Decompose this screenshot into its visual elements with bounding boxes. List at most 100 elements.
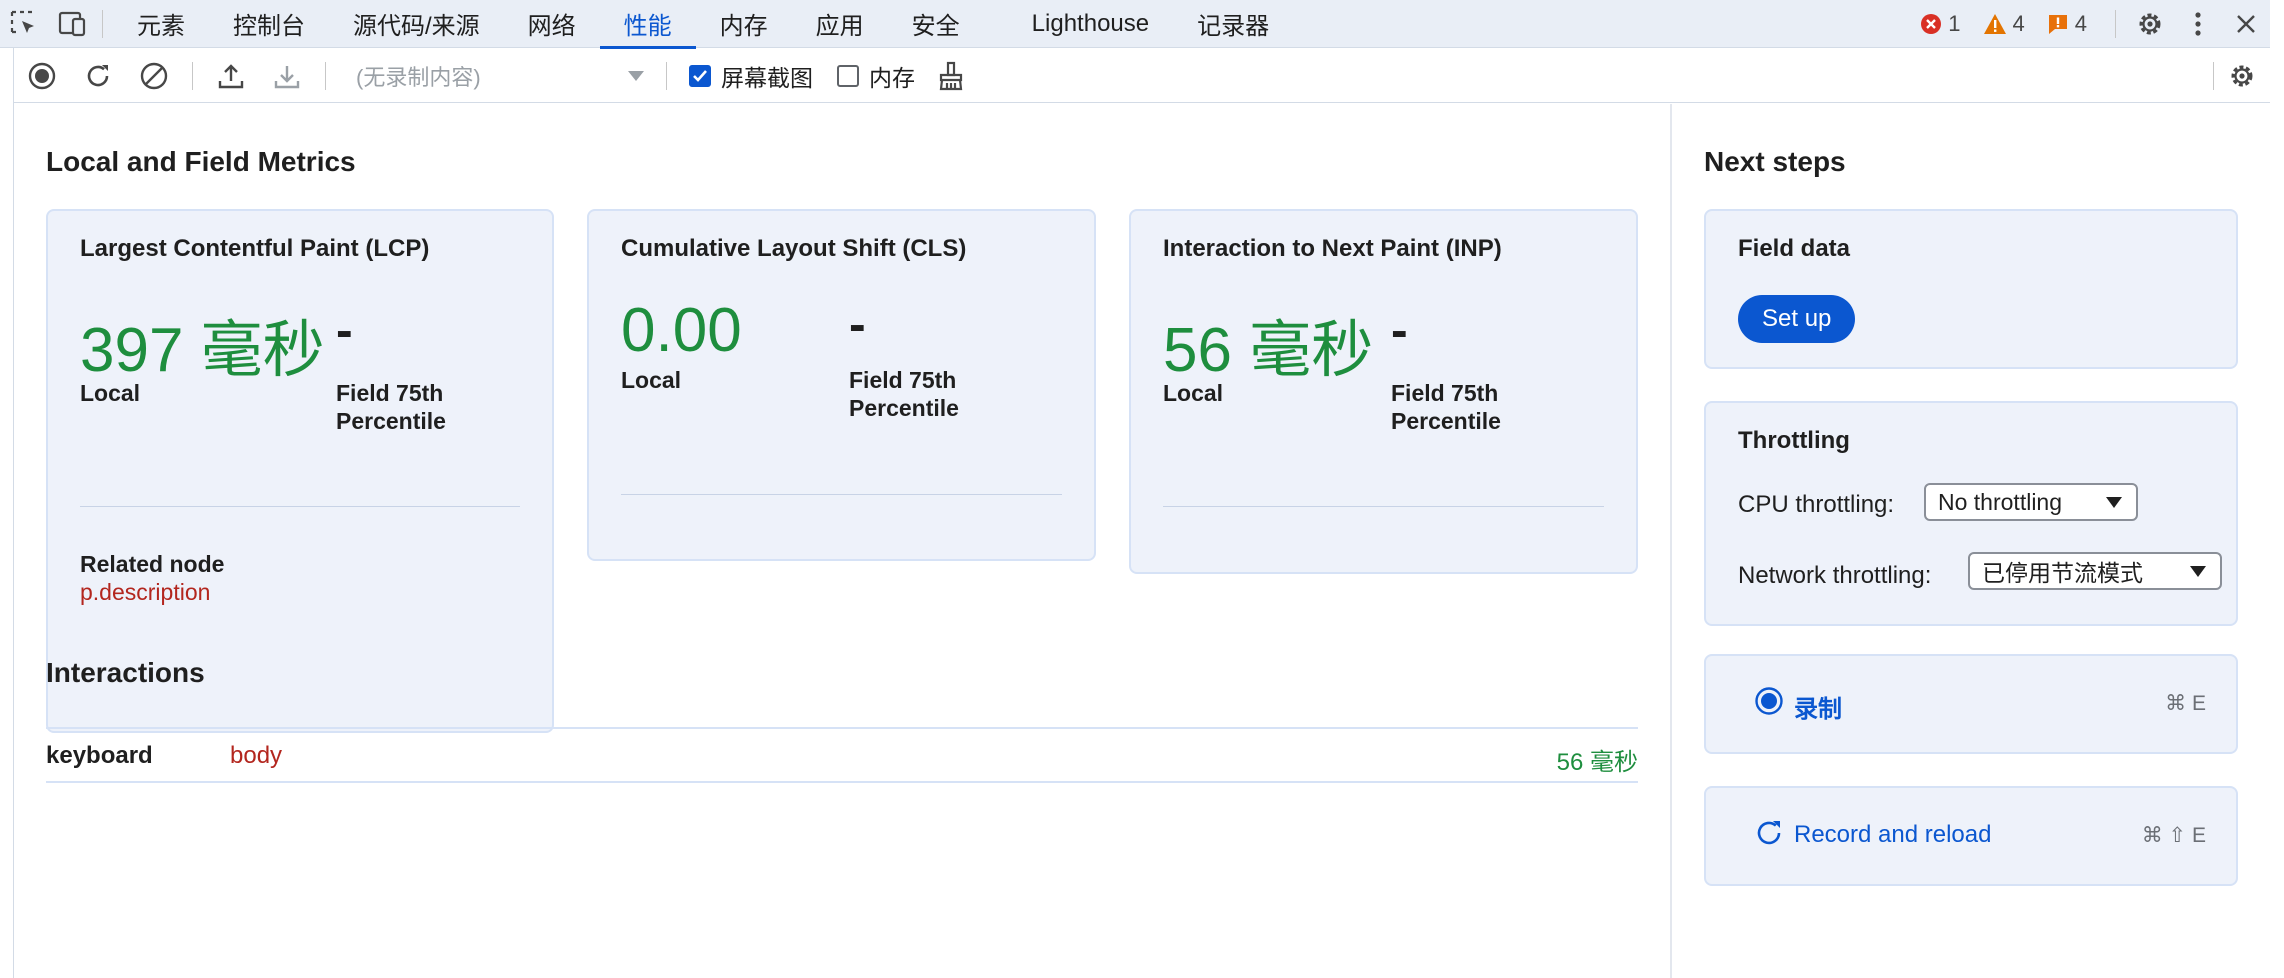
- inp-title: Interaction to Next Paint (INP): [1163, 235, 1502, 262]
- record-shortcut: ⌘ E: [2165, 692, 2206, 715]
- checkbox-unchecked-icon[interactable]: [837, 64, 859, 87]
- interactions-section-title: Interactions: [46, 657, 205, 688]
- error-icon: [1920, 13, 1942, 35]
- performance-toolbar: (无录制内容) 屏幕截图 内存: [14, 49, 2270, 103]
- recording-select-value: (无录制内容): [356, 64, 481, 90]
- tab-network[interactable]: 网络: [504, 0, 600, 48]
- device-toolbar-icon[interactable]: [48, 0, 96, 48]
- related-node-link[interactable]: p.description: [80, 579, 210, 606]
- network-throttling-label: Network throttling:: [1738, 562, 1932, 589]
- divider: [2115, 10, 2116, 38]
- related-node-label: Related node: [80, 551, 225, 577]
- next-steps-title: Next steps: [1704, 146, 1846, 177]
- interaction-node-link[interactable]: body: [230, 742, 282, 770]
- tab-application[interactable]: 应用: [792, 0, 888, 48]
- memory-checkbox[interactable]: 内存: [837, 59, 915, 93]
- tab-recorder[interactable]: 记录器: [1173, 0, 1293, 48]
- inp-local-value: 56 毫秒: [1163, 316, 1374, 385]
- cls-title: Cumulative Layout Shift (CLS): [621, 235, 967, 262]
- interaction-duration: 56 毫秒: [1556, 749, 1638, 776]
- warning-count: 4: [2012, 11, 2025, 36]
- live-metrics-panel: Local and Field Metrics Largest Contentf…: [14, 104, 1670, 978]
- cls-local-label: Local: [621, 367, 682, 393]
- screenshots-checkbox[interactable]: 屏幕截图: [689, 59, 813, 93]
- divider: [102, 9, 103, 38]
- throttling-title: Throttling: [1738, 427, 1850, 454]
- screenshots-label: 屏幕截图: [721, 64, 813, 91]
- capture-settings-gear-icon[interactable]: [2214, 49, 2270, 103]
- close-icon[interactable]: [2222, 0, 2270, 48]
- divider: [192, 61, 193, 90]
- checkbox-checked-icon[interactable]: [689, 64, 711, 87]
- cls-field-label: Field 75th Percentile: [849, 367, 959, 421]
- lcp-field-value: -: [336, 302, 353, 358]
- record-and-reload-shortcut: ⌘ ⇧ E: [2141, 824, 2206, 847]
- memory-label: 内存: [869, 64, 915, 91]
- inspect-element-icon[interactable]: [0, 0, 48, 48]
- record-icon[interactable]: [14, 49, 70, 103]
- field-data-title: Field data: [1738, 235, 1851, 262]
- reload-icon[interactable]: [70, 49, 126, 103]
- interaction-row[interactable]: keyboard body 56 毫秒: [46, 727, 1638, 783]
- network-throttling-select[interactable]: 已停用节流模式: [1968, 552, 2222, 590]
- record-icon: [1754, 686, 1784, 716]
- issues-count: 4: [2074, 11, 2087, 36]
- field-data-card: Field data Set up: [1704, 209, 2238, 369]
- inp-local-label: Local: [1163, 380, 1224, 406]
- clear-icon[interactable]: [126, 49, 182, 103]
- lcp-title: Largest Contentful Paint (LCP): [80, 235, 430, 262]
- record-and-reload-label: Record and reload: [1794, 821, 1992, 848]
- warning-icon: [1983, 13, 2007, 35]
- download-icon[interactable]: [259, 49, 315, 103]
- divider: [325, 61, 326, 90]
- cls-field-value: -: [849, 296, 866, 352]
- recording-select[interactable]: (无录制内容): [336, 57, 656, 95]
- error-count: 1: [1948, 11, 1961, 36]
- setup-button[interactable]: Set up: [1738, 295, 1856, 343]
- error-counter[interactable]: 1: [1920, 11, 1961, 37]
- divider: [80, 506, 520, 507]
- record-card[interactable]: 录制 ⌘ E: [1704, 654, 2238, 754]
- divider: [666, 61, 667, 90]
- cls-local-value: 0.00: [621, 296, 742, 365]
- devtools-tab-bar: 元素 控制台 源代码/来源 网络 性能 内存 应用 安全 Lighthouse …: [0, 0, 2270, 49]
- record-and-reload-card[interactable]: Record and reload ⌘ ⇧ E: [1704, 786, 2238, 886]
- divider: [1163, 506, 1604, 507]
- inp-field-value: -: [1391, 302, 1408, 358]
- reload-icon: [1754, 818, 1784, 848]
- tab-console[interactable]: 控制台: [209, 0, 329, 48]
- dropdown-arrow-icon: [628, 70, 644, 81]
- inp-card: Interaction to Next Paint (INP) 56 毫秒 - …: [1129, 209, 1638, 574]
- tab-memory[interactable]: 内存: [696, 0, 792, 48]
- tab-lighthouse[interactable]: Lighthouse: [1008, 0, 1173, 48]
- lcp-field-label: Field 75th Percentile: [336, 380, 446, 434]
- cls-card: Cumulative Layout Shift (CLS) 0.00 - Loc…: [587, 209, 1096, 561]
- lcp-local-value: 397 毫秒: [80, 316, 325, 385]
- metrics-section-title: Local and Field Metrics: [46, 146, 356, 177]
- tab-elements[interactable]: 元素: [113, 0, 209, 48]
- cpu-throttling-value: No throttling: [1938, 488, 2063, 515]
- tab-security[interactable]: 安全: [888, 0, 984, 48]
- interaction-type: keyboard: [46, 742, 153, 769]
- network-throttling-value: 已停用节流模式: [1982, 560, 2143, 586]
- tab-performance[interactable]: 性能: [599, 0, 696, 49]
- dropdown-arrow-icon: [2190, 565, 2206, 577]
- tab-sources[interactable]: 源代码/来源: [329, 0, 504, 48]
- issues-counter[interactable]: 4: [2047, 11, 2087, 37]
- upload-icon[interactable]: [203, 49, 259, 103]
- issue-icon: [2047, 13, 2069, 35]
- lcp-card: Largest Contentful Paint (LCP) 397 毫秒 - …: [46, 209, 554, 733]
- cpu-throttling-label: CPU throttling:: [1738, 491, 1895, 518]
- inp-field-label: Field 75th Percentile: [1391, 380, 1501, 434]
- garbage-collect-broom-icon[interactable]: [923, 49, 979, 103]
- throttling-card: Throttling CPU throttling: No throttling…: [1704, 401, 2238, 626]
- lcp-local-label: Local: [80, 380, 141, 406]
- cpu-throttling-select[interactable]: No throttling: [1924, 483, 2138, 521]
- more-options-icon[interactable]: [2174, 0, 2222, 48]
- next-steps-sidebar: Next steps Field data Set up Throttling …: [1672, 104, 2270, 978]
- dropdown-arrow-icon: [2106, 496, 2122, 508]
- warning-counter[interactable]: 4: [1983, 11, 2025, 37]
- settings-gear-icon[interactable]: [2126, 0, 2174, 48]
- divider: [621, 494, 1062, 495]
- record-label: 录制: [1794, 696, 1842, 723]
